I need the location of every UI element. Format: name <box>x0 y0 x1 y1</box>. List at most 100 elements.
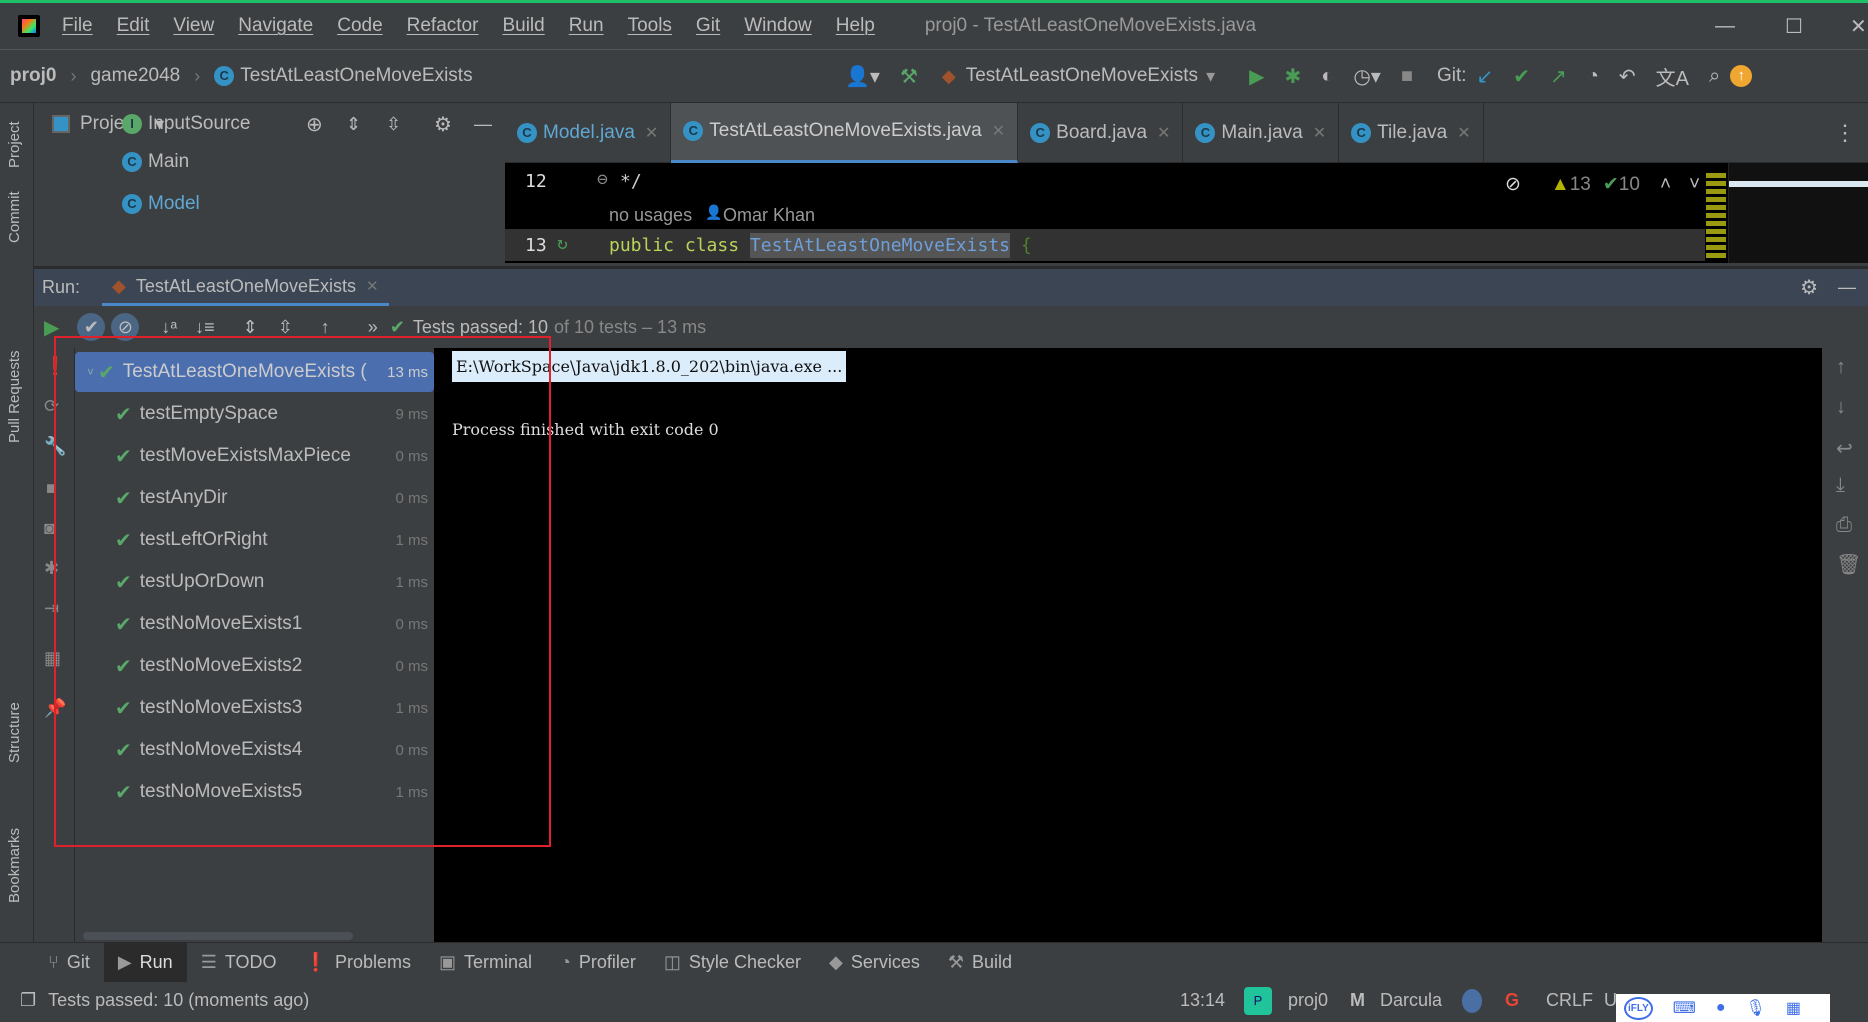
menu-help[interactable]: Help <box>836 15 875 37</box>
dropdown-icon[interactable]: ▾ <box>1206 66 1215 87</box>
tool-pull-requests[interactable]: Pull Requests <box>6 350 23 443</box>
test-row[interactable]: ✔ testUpOrDown 1 ms <box>75 562 434 602</box>
test-row[interactable]: ✔ testNoMoveExists5 1 ms <box>75 772 434 812</box>
tool-tab-style-checker[interactable]: ◫ Style Checker <box>650 943 815 983</box>
project-item[interactable]: I InputSource <box>122 113 250 135</box>
tool-tab-git[interactable]: ⑂ Git <box>34 943 104 983</box>
more-tabs-icon[interactable]: ⋮ <box>1834 120 1856 146</box>
close-tab-icon[interactable]: ✕ <box>992 121 1005 141</box>
close-tab-icon[interactable]: ✕ <box>1457 123 1470 143</box>
tab-model[interactable]: C Model.java ✕ <box>505 102 672 163</box>
reader-mode-icon[interactable]: ⊘ <box>1505 173 1521 196</box>
console-output[interactable]: E:\WorkSpace\Java\jdk1.8.0_202\bin\java.… <box>434 348 1822 942</box>
layout-icon[interactable]: ▦ <box>44 648 61 669</box>
soft-wrap-icon[interactable]: ↩ <box>1836 436 1853 461</box>
search-icon[interactable]: ⌕ <box>1709 65 1720 88</box>
inspection-widget[interactable]: ⊘ ▲ 13 ✔ 10 ˄ ˅ <box>1505 173 1700 196</box>
breadcrumb-class[interactable]: TestAtLeastOneMoveExists <box>240 65 472 87</box>
toggle-auto-test-icon[interactable]: ⟳ <box>44 396 59 417</box>
breadcrumb-package[interactable]: game2048 <box>90 65 180 87</box>
expand-icon[interactable]: ˅ <box>87 365 94 379</box>
profile-icon[interactable]: ◷▾ <box>1353 64 1381 89</box>
rerun-icon[interactable]: ▶ <box>44 315 59 340</box>
menu-code[interactable]: Code <box>337 15 382 37</box>
stop-icon[interactable]: ■ <box>46 478 57 499</box>
menu-view[interactable]: View <box>173 15 214 37</box>
test-row[interactable]: ✔ testAnyDir 0 ms <box>75 478 434 518</box>
close-button[interactable]: ✕ <box>1850 14 1867 39</box>
tab-test-at-least-one-move-exists[interactable]: C TestAtLeastOneMoveExists.java ✕ <box>671 102 1019 163</box>
minimize-button[interactable]: — <box>1715 15 1735 38</box>
run-config-select[interactable]: TestAtLeastOneMoveExists <box>966 65 1198 87</box>
hide-icon[interactable]: — <box>474 114 492 135</box>
menu-file[interactable]: File <box>62 15 93 37</box>
user-icon[interactable]: 👤▾ <box>845 64 880 89</box>
tool-tab-build[interactable]: ⚒ Build <box>934 943 1026 983</box>
sort-alpha-icon[interactable]: ↓ᵃ <box>161 317 177 338</box>
clear-icon[interactable]: 🗑 <box>1836 552 1861 577</box>
test-row[interactable]: ✔ testNoMoveExists1 0 ms <box>75 604 434 644</box>
project-item[interactable]: C Main <box>122 151 189 173</box>
close-tab-icon[interactable]: ✕ <box>1313 123 1326 143</box>
wrench-icon[interactable]: 🔧 <box>44 436 66 457</box>
tool-structure[interactable]: Structure <box>6 702 23 763</box>
error-stripe[interactable] <box>1706 173 1726 259</box>
menu-git[interactable]: Git <box>696 15 720 37</box>
status-circle-icon[interactable] <box>1462 988 1482 1013</box>
git-update-icon[interactable]: ↙ <box>1477 64 1494 89</box>
next-highlight-icon[interactable]: ˅ <box>1689 174 1700 196</box>
previous-failed-icon[interactable]: ↑ <box>321 317 330 338</box>
google-icon[interactable]: G <box>1505 990 1519 1011</box>
minimap[interactable] <box>1728 163 1868 263</box>
test-row[interactable]: ✔ testNoMoveExists2 0 ms <box>75 646 434 686</box>
tab-main[interactable]: C Main.java ✕ <box>1183 102 1340 163</box>
expand-all-icon[interactable]: ⇕ <box>243 317 258 338</box>
tool-commit[interactable]: Commit <box>6 191 23 243</box>
project-widget[interactable]: proj0 <box>1288 990 1328 1011</box>
close-tab-icon[interactable]: ✕ <box>645 123 658 143</box>
run-gutter-icon[interactable]: ↻ <box>557 233 568 254</box>
stop-icon[interactable]: ■ <box>1401 65 1413 88</box>
sort-duration-icon[interactable]: ↓≡ <box>195 317 215 338</box>
test-root-row[interactable]: ˅ ✔ TestAtLeastOneMoveExists ( 13 ms <box>75 352 434 392</box>
apps-icon[interactable]: ▦ <box>1786 998 1801 1018</box>
down-arrow-icon[interactable]: ↓ <box>1836 396 1846 419</box>
show-ignored-icon[interactable]: ⊘ <box>111 313 140 341</box>
close-tab-icon[interactable]: ✕ <box>1157 123 1170 143</box>
maximize-button[interactable]: ☐ <box>1785 14 1803 39</box>
collapse-all-icon[interactable]: ⇳ <box>386 114 401 135</box>
camera-icon[interactable]: ◙ <box>44 518 55 539</box>
menu-navigate[interactable]: Navigate <box>238 15 313 37</box>
print-icon[interactable]: ⎙ <box>1836 514 1852 537</box>
status-panel-icon[interactable]: ❐ <box>20 990 36 1011</box>
menu-edit[interactable]: Edit <box>117 15 150 37</box>
debug-icon[interactable]: ✱ <box>1285 64 1302 89</box>
expand-all-icon[interactable]: ⇕ <box>346 114 361 135</box>
show-passed-icon[interactable]: ✔ <box>77 313 106 341</box>
keyboard-icon[interactable]: ⌨ <box>1673 998 1696 1018</box>
locate-icon[interactable]: ⊕ <box>306 112 323 137</box>
theme-widget[interactable]: Darcula <box>1380 990 1442 1011</box>
microphone-icon[interactable]: 🎙 <box>1746 998 1766 1018</box>
coverage-icon[interactable]: ◐ <box>1321 65 1333 88</box>
collapse-all-icon[interactable]: ⇳ <box>278 317 293 338</box>
settings-icon[interactable]: ⚙ <box>1800 275 1818 300</box>
project-item[interactable]: C Model <box>122 193 200 215</box>
close-tab-icon[interactable]: ✕ <box>366 277 379 295</box>
ime-toolbar[interactable]: iFLY ⌨ ● 🎙 ▦ <box>1616 994 1830 1022</box>
translate-icon[interactable]: 文A <box>1656 62 1689 91</box>
pin-icon[interactable]: 📌 <box>44 698 66 719</box>
test-row[interactable]: ✔ testLeftOrRight 1 ms <box>75 520 434 560</box>
tool-tab-profiler[interactable]: ◔ Profiler <box>546 943 650 983</box>
usages-hint[interactable]: no usages <box>609 205 692 226</box>
scroll-to-end-icon[interactable]: ⤓ <box>1836 474 1845 497</box>
build-hammer-icon[interactable]: ⚒ <box>900 64 918 89</box>
prev-highlight-icon[interactable]: ˄ <box>1660 174 1671 196</box>
test-row[interactable]: ✔ testMoveExistsMaxPiece 0 ms <box>75 436 434 476</box>
hide-icon[interactable]: — <box>1838 277 1856 298</box>
tool-project[interactable]: Project <box>6 121 23 168</box>
test-row[interactable]: ✔ testNoMoveExists4 0 ms <box>75 730 434 770</box>
test-row[interactable]: ✔ testNoMoveExists3 1 ms <box>75 688 434 728</box>
menu-tools[interactable]: Tools <box>628 15 672 37</box>
tool-tab-run[interactable]: ▶ Run <box>103 942 187 983</box>
